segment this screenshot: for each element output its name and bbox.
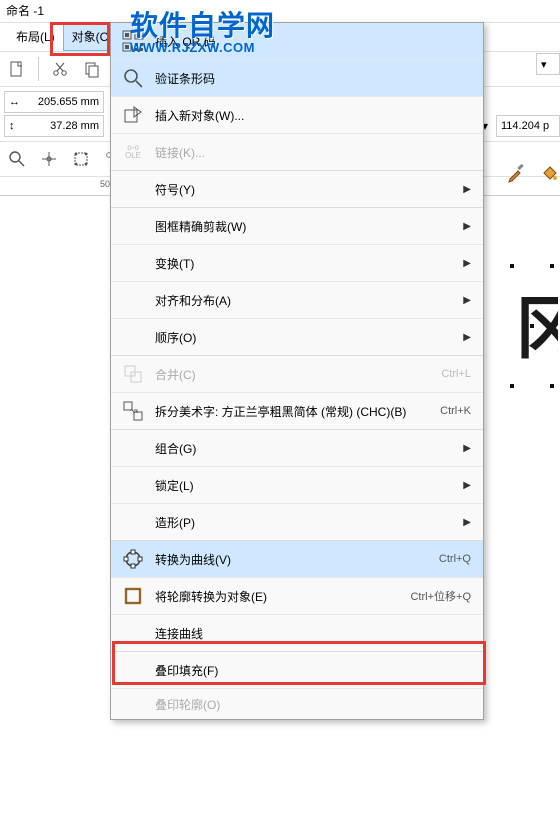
menu-combine: 合并(C) Ctrl+L — [111, 356, 483, 393]
menu-layout[interactable]: 布局(L) — [8, 24, 63, 50]
canvas-content: 冈 — [480, 182, 560, 582]
submenu-arrow-icon: ▶ — [463, 184, 471, 195]
snap-icon[interactable] — [36, 146, 62, 172]
menu-symbols[interactable]: 符号(Y) ▶ — [111, 171, 483, 207]
grid-icon[interactable] — [68, 146, 94, 172]
menu-overprint-fill[interactable]: 叠印填充(F) — [111, 652, 483, 689]
submenu-arrow-icon: ▶ — [463, 221, 471, 232]
break-icon — [122, 400, 144, 422]
new-doc-icon[interactable] — [4, 56, 30, 82]
separator — [38, 57, 39, 81]
cut-icon[interactable] — [47, 56, 73, 82]
object-menu-dropdown: 插入 QR 码 验证条形码 插入新对象(W)... o-oOLE 链接(K)..… — [110, 22, 484, 720]
submenu-arrow-icon: ▶ — [463, 480, 471, 491]
menu-links: o-oOLE 链接(K)... — [111, 134, 483, 170]
zoom-icon[interactable] — [4, 146, 30, 172]
svg-text:冈: 冈 — [516, 291, 558, 367]
value-field[interactable]: 114.204 p — [496, 115, 560, 137]
submenu-arrow-icon: ▶ — [463, 258, 471, 269]
menu-lock[interactable]: 锁定(L) ▶ — [111, 467, 483, 504]
combine-icon — [123, 364, 143, 384]
menu-shaping[interactable]: 造形(P) ▶ — [111, 504, 483, 540]
magnifier-icon — [122, 67, 144, 89]
menu-outline-to-object[interactable]: 将轮廓转换为对象(E) Ctrl+位移+Q — [111, 578, 483, 615]
dimensions: ↔205.655 mm ↕37.28 mm — [4, 91, 104, 137]
insert-object-icon — [122, 104, 144, 126]
menu-insert-new-object[interactable]: 插入新对象(W)... — [111, 97, 483, 134]
width-icon: ↔ — [9, 96, 20, 108]
menu-verify-barcode[interactable]: 验证条形码 — [111, 60, 483, 97]
menu-insert-qr[interactable]: 插入 QR 码 — [111, 23, 483, 60]
menu-group[interactable]: 组合(G) ▶ — [111, 430, 483, 467]
menu-powerclip[interactable]: 图框精确剪裁(W) ▶ — [111, 208, 483, 245]
right-controls: ▾ ▾114.204 p — [482, 50, 560, 186]
menu-overprint-outline: 叠印轮廓(O) — [111, 689, 483, 719]
menu-order[interactable]: 顺序(O) ▶ — [111, 319, 483, 355]
eyedropper-icon[interactable] — [506, 161, 528, 183]
height-field[interactable]: ↕37.28 mm — [4, 115, 104, 137]
submenu-arrow-icon: ▶ — [463, 295, 471, 306]
ole-icon: o-oOLE — [125, 144, 141, 160]
submenu-arrow-icon: ▶ — [463, 443, 471, 454]
menu-join-curves[interactable]: 连接曲线 — [111, 615, 483, 651]
submenu-arrow-icon: ▶ — [463, 517, 471, 528]
qr-icon — [121, 29, 145, 53]
menu-align[interactable]: 对齐和分布(A) ▶ — [111, 282, 483, 319]
title-bar: 命名 -1 — [0, 0, 560, 23]
width-field[interactable]: ↔205.655 mm — [4, 91, 104, 113]
doc-title: 命名 -1 — [6, 4, 44, 18]
copy-icon[interactable] — [79, 56, 105, 82]
fill-icon[interactable] — [538, 161, 560, 183]
menu-break-apart[interactable]: 拆分美术字: 方正兰亭粗黑简体 (常规) (CHC)(B) Ctrl+K — [111, 393, 483, 429]
menu-convert-to-curves[interactable]: 转换为曲线(V) Ctrl+Q — [111, 541, 483, 578]
dropdown-arrow[interactable]: ▾ — [536, 53, 560, 75]
menu-transform[interactable]: 变换(T) ▶ — [111, 245, 483, 282]
to-curves-icon — [122, 548, 144, 570]
submenu-arrow-icon: ▶ — [463, 332, 471, 343]
height-icon: ↕ — [9, 120, 15, 132]
outline-to-object-icon — [122, 585, 144, 607]
